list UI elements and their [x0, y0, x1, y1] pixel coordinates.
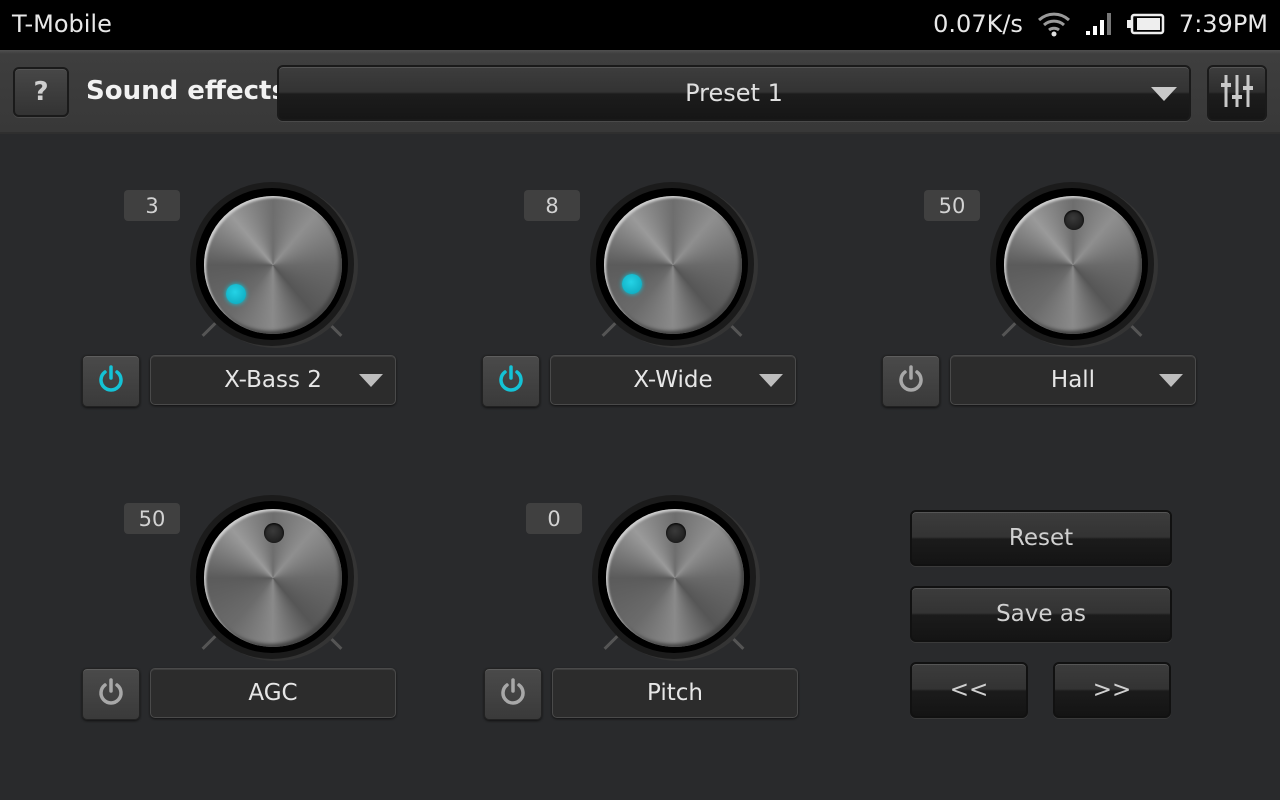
- effect-power-toggle[interactable]: [484, 668, 542, 720]
- save-as-button[interactable]: Save as: [910, 586, 1172, 642]
- effect-value-display: 8: [524, 190, 580, 221]
- page-title: Sound effects: [86, 76, 287, 106]
- effect-unit: 50 AGC: [80, 483, 400, 723]
- effect-power-toggle[interactable]: [82, 355, 140, 407]
- effect-value-display: 50: [124, 503, 180, 534]
- dropdown-arrow-icon: [359, 374, 383, 387]
- effect-power-toggle[interactable]: [82, 668, 140, 720]
- knob-max-tick: [729, 635, 745, 650]
- effect-type-dropdown[interactable]: Hall: [950, 355, 1196, 405]
- knob-max-tick: [327, 322, 343, 337]
- effect-value-display: 50: [924, 190, 980, 221]
- preset-dropdown[interactable]: Preset 1: [277, 65, 1191, 121]
- effect-name: Hall: [1050, 367, 1096, 393]
- effect-label-box[interactable]: Pitch: [552, 668, 798, 718]
- knob-dial[interactable]: [204, 196, 342, 334]
- effect-knob[interactable]: [588, 180, 758, 350]
- clock: 7:39PM: [1178, 10, 1268, 38]
- knob-min-tick: [201, 322, 217, 337]
- effect-power-toggle[interactable]: [482, 355, 540, 407]
- reset-button[interactable]: Reset: [910, 510, 1172, 566]
- knob-max-tick: [1127, 322, 1143, 337]
- effect-unit: 50 Hall: [880, 170, 1200, 410]
- knob-max-tick: [727, 322, 743, 337]
- knob-min-tick: [1001, 322, 1017, 337]
- knob-indicator-dot: [226, 284, 246, 304]
- knob-min-tick: [603, 635, 619, 650]
- power-icon: [96, 364, 126, 398]
- network-speed: 0.07K/s: [933, 10, 1023, 38]
- effect-unit: 3 X-Bass 2: [80, 170, 400, 410]
- knob-dial[interactable]: [604, 196, 742, 334]
- preset-selected-value: Preset 1: [685, 79, 783, 107]
- previous-preset-button[interactable]: <<: [910, 662, 1028, 718]
- effect-unit: 8 X-Wide: [480, 170, 800, 410]
- effect-value-display: 0: [526, 503, 582, 534]
- effect-power-toggle[interactable]: [882, 355, 940, 407]
- effect-knob[interactable]: [188, 493, 358, 663]
- wifi-icon: [1037, 11, 1071, 37]
- help-button[interactable]: ?: [13, 67, 69, 117]
- toolbar: ? Sound effects Preset 1: [0, 50, 1280, 134]
- effect-label-box[interactable]: AGC: [150, 668, 396, 718]
- knob-dial[interactable]: [1004, 196, 1142, 334]
- knob-indicator-dot: [1064, 210, 1084, 230]
- effect-name: X-Wide: [633, 367, 713, 393]
- knob-max-tick: [327, 635, 343, 650]
- effect-name: AGC: [248, 680, 298, 706]
- power-icon: [496, 364, 526, 398]
- dropdown-arrow-icon: [1159, 374, 1183, 387]
- equalizer-sliders-icon: [1219, 72, 1255, 114]
- power-icon: [896, 364, 926, 398]
- effect-value-display: 3: [124, 190, 180, 221]
- knob-indicator-dot: [622, 274, 642, 294]
- effect-type-dropdown[interactable]: X-Bass 2: [150, 355, 396, 405]
- effect-knob[interactable]: [988, 180, 1158, 350]
- knob-min-tick: [601, 322, 617, 337]
- knob-indicator-dot: [264, 523, 284, 543]
- effect-type-dropdown[interactable]: X-Wide: [550, 355, 796, 405]
- effect-knob[interactable]: [188, 180, 358, 350]
- carrier-name: T-Mobile: [12, 10, 112, 38]
- effect-knob[interactable]: [590, 493, 760, 663]
- equalizer-button[interactable]: [1207, 65, 1267, 121]
- dropdown-arrow-icon: [759, 374, 783, 387]
- knob-dial[interactable]: [204, 509, 342, 647]
- knob-min-tick: [201, 635, 217, 650]
- next-preset-button[interactable]: >>: [1053, 662, 1171, 718]
- battery-icon: [1126, 13, 1165, 35]
- effect-name: Pitch: [647, 680, 703, 706]
- effect-name: X-Bass 2: [224, 367, 322, 393]
- status-bar: T-Mobile 0.07K/s 7:39PM: [0, 0, 1280, 50]
- power-icon: [498, 677, 528, 711]
- signal-icon: [1085, 12, 1113, 36]
- knob-dial[interactable]: [606, 509, 744, 647]
- dropdown-arrow-icon: [1151, 87, 1177, 101]
- effect-unit: 0 Pitch: [482, 483, 802, 723]
- power-icon: [96, 677, 126, 711]
- knob-indicator-dot: [666, 523, 686, 543]
